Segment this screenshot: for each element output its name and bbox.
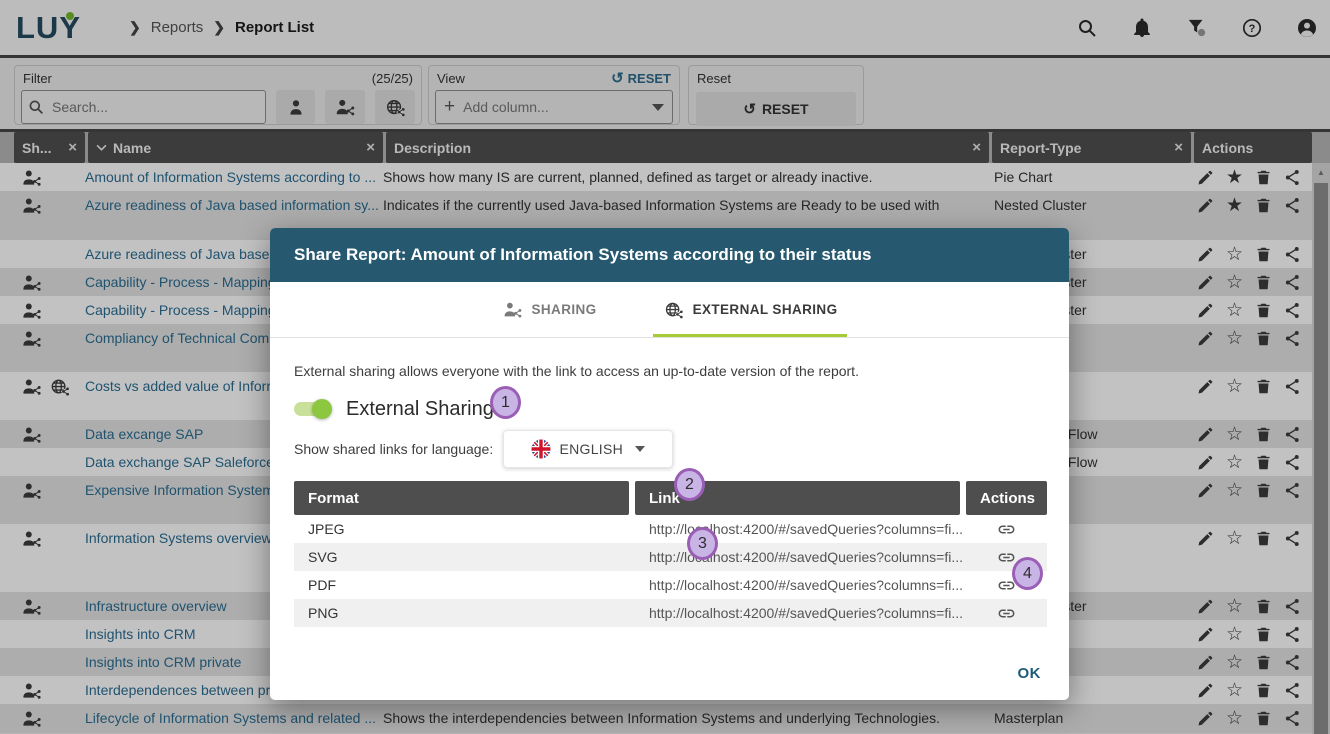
share-report-modal: Share Report: Amount of Information Syst… — [270, 228, 1069, 700]
modal-body: External sharing allows everyone with th… — [270, 363, 1069, 627]
actions-column-header: Actions — [966, 481, 1047, 515]
modal-title: Share Report: Amount of Information Syst… — [294, 245, 871, 265]
share-link[interactable]: http://localhost:4200/#/savedQueries?col… — [635, 577, 966, 593]
link-actions — [966, 519, 1047, 539]
format-name: PDF — [294, 577, 635, 593]
copy-link-icon[interactable] — [997, 603, 1017, 623]
copy-link-icon[interactable] — [997, 519, 1017, 539]
modal-title-bar: Share Report: Amount of Information Syst… — [270, 228, 1069, 282]
tab-external-sharing[interactable]: EXTERNAL SHARING — [653, 282, 848, 337]
format-column-header: Format — [294, 481, 629, 515]
external-sharing-heading: External Sharing — [346, 398, 494, 421]
uk-flag-icon — [531, 439, 551, 459]
annotation-2: 2 — [674, 468, 705, 501]
dropdown-caret-icon — [635, 446, 645, 452]
format-name: PNG — [294, 605, 635, 621]
annotation-4: 4 — [1012, 557, 1043, 590]
format-row: SVGhttp://localhost:4200/#/savedQueries?… — [294, 543, 1047, 571]
external-sharing-toggle[interactable] — [294, 402, 330, 416]
format-table-body: JPEGhttp://localhost:4200/#/savedQueries… — [294, 515, 1047, 627]
format-row: PNGhttp://localhost:4200/#/savedQueries?… — [294, 599, 1047, 627]
language-select[interactable]: ENGLISH — [503, 430, 673, 468]
format-name: SVG — [294, 549, 635, 565]
report-list-page: LUY ❯ Reports ❯ Report List ? — [0, 0, 1330, 734]
link-actions — [966, 603, 1047, 623]
modal-tabs: SHARING EXTERNAL SHARING — [270, 282, 1069, 338]
external-sharing-description: External sharing allows everyone with th… — [294, 363, 1045, 379]
share-link[interactable]: http://localhost:4200/#/savedQueries?col… — [635, 549, 966, 565]
annotation-3: 3 — [687, 527, 718, 560]
annotation-1: 1 — [490, 386, 521, 419]
globe-share-icon — [663, 301, 684, 319]
ok-button[interactable]: OK — [1014, 659, 1046, 688]
format-name: JPEG — [294, 521, 635, 537]
user-share-icon — [502, 301, 523, 319]
tab-sharing[interactable]: SHARING — [492, 282, 607, 337]
language-label: Show shared links for language: — [294, 441, 493, 457]
language-value: ENGLISH — [559, 441, 623, 457]
format-row: JPEGhttp://localhost:4200/#/savedQueries… — [294, 515, 1047, 543]
format-row: PDFhttp://localhost:4200/#/savedQueries?… — [294, 571, 1047, 599]
share-link[interactable]: http://localhost:4200/#/savedQueries?col… — [635, 521, 966, 537]
format-table: Format Link Actions JPEGhttp://localhost… — [294, 481, 1047, 627]
share-link[interactable]: http://localhost:4200/#/savedQueries?col… — [635, 605, 966, 621]
